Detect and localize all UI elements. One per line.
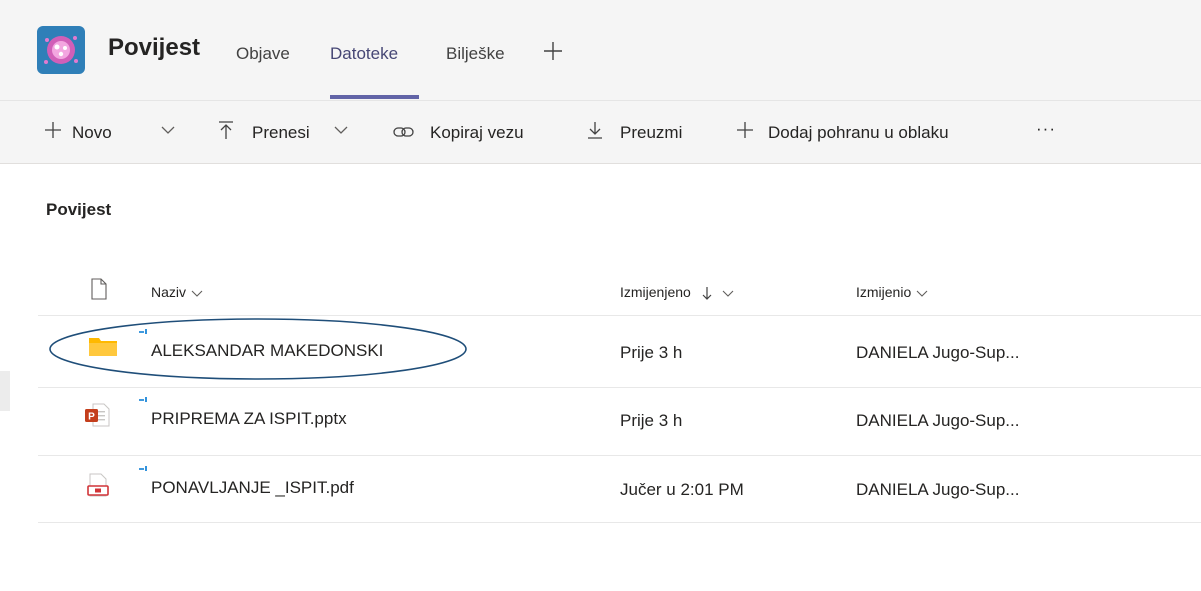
chevron-down-icon [916, 290, 928, 298]
column-header-modified-label: Izmijenjeno [620, 284, 691, 300]
team-logo[interactable] [37, 26, 85, 74]
sync-status-icon [138, 465, 152, 484]
modified-by: DANIELA Jugo-Sup... [856, 480, 1020, 499]
divider [0, 371, 10, 411]
link-icon[interactable] [392, 123, 416, 146]
tab-biljeske[interactable]: Bilješke [446, 44, 505, 64]
divider [38, 455, 1201, 456]
svg-text:P: P [88, 412, 95, 423]
channel-header: Povijest Objave Datoteke Bilješke [0, 0, 1201, 100]
active-tab-indicator [330, 95, 419, 99]
divider [38, 387, 1201, 388]
column-header-name[interactable]: Naziv [151, 284, 204, 300]
chevron-down-icon[interactable] [333, 123, 349, 142]
column-header-modified-by[interactable]: Izmijenio [856, 284, 929, 300]
add-tab-icon[interactable] [542, 40, 564, 67]
breadcrumb[interactable]: Povijest [46, 200, 111, 220]
sync-status-icon [138, 396, 152, 415]
modified-by: DANIELA Jugo-Sup... [856, 411, 1020, 430]
file-type-header-icon [90, 278, 108, 305]
copy-link-button[interactable]: Kopiraj vezu [430, 123, 524, 143]
file-name-link[interactable]: PRIPREMA ZA ISPIT.pptx [151, 409, 347, 429]
add-cloud-storage-button[interactable]: Dodaj pohranu u oblaku [768, 123, 949, 143]
plus-icon[interactable] [734, 119, 756, 146]
column-header-modified[interactable]: Izmijenjeno [620, 284, 735, 301]
divider [38, 522, 1201, 523]
highlight-annotation-oval [48, 316, 472, 387]
sort-down-arrow-icon [702, 287, 712, 301]
pdf-file-icon [86, 472, 110, 503]
download-button[interactable]: Preuzmi [620, 123, 682, 143]
modified-date: Jučer u 2:01 PM [620, 480, 744, 499]
column-header-name-label: Naziv [151, 284, 187, 300]
new-button[interactable]: Novo [72, 123, 112, 143]
tab-datoteke[interactable]: Datoteke [330, 44, 398, 64]
file-name-link[interactable]: PONAVLJANJE _ISPIT.pdf [151, 478, 354, 498]
command-bar: Novo Prenesi Kopiraj vezu Preuzmi Dodaj … [0, 100, 1201, 164]
chevron-down-icon [191, 290, 203, 298]
plus-icon[interactable] [42, 119, 64, 146]
powerpoint-file-icon: P [84, 402, 110, 433]
upload-button[interactable]: Prenesi [252, 123, 310, 143]
download-icon[interactable] [585, 119, 605, 146]
chevron-down-icon[interactable] [160, 123, 176, 142]
upload-icon[interactable] [216, 119, 236, 146]
tab-objave[interactable]: Objave [236, 44, 290, 64]
chevron-down-icon [722, 290, 733, 298]
modified-date: Prije 3 h [620, 343, 683, 362]
more-options-icon[interactable]: ··· [1036, 119, 1056, 139]
modified-by: DANIELA Jugo-Sup... [856, 343, 1020, 362]
column-header-modified-by-label: Izmijenio [856, 284, 912, 300]
modified-date: Prije 3 h [620, 411, 683, 430]
team-name: Povijest [108, 34, 201, 61]
